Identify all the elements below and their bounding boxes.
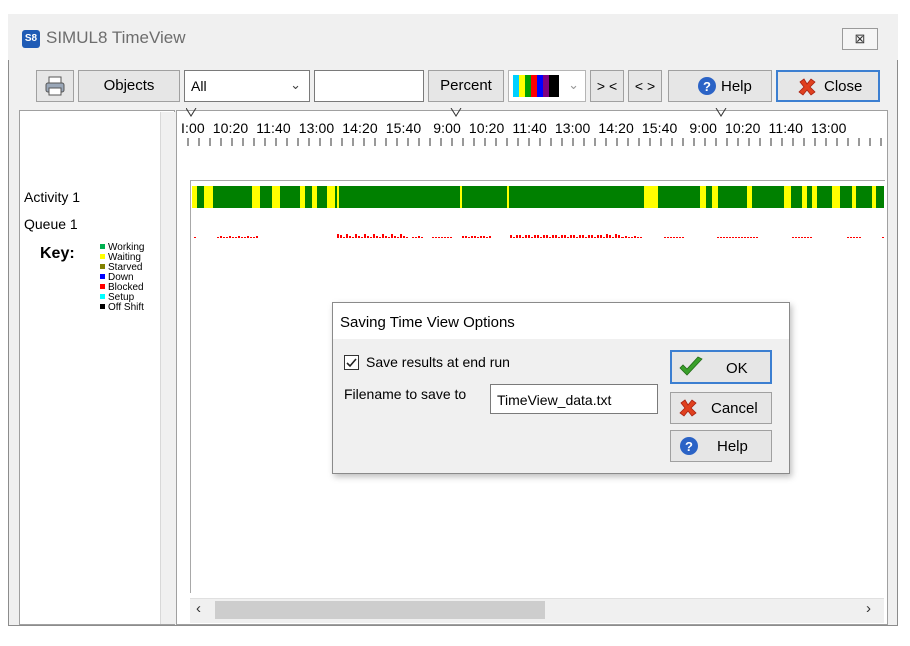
ok-label: OK	[726, 360, 748, 377]
waiting-swatch-icon	[100, 254, 105, 259]
save-results-label: Save results at end run	[366, 354, 510, 370]
starved-swatch-icon	[100, 264, 105, 269]
help-button[interactable]: ? Help	[668, 70, 772, 102]
timeline-bars	[192, 186, 884, 238]
widen-scale-button[interactable]: < >	[628, 70, 662, 102]
narrow-scale-button[interactable]: > <	[590, 70, 624, 102]
close-button[interactable]: Close	[776, 70, 880, 102]
print-button[interactable]	[36, 70, 74, 102]
time-scale-ruler	[186, 108, 882, 146]
svg-text:?: ?	[685, 439, 693, 454]
object-list-panel	[19, 110, 175, 625]
setup-swatch-icon	[100, 294, 105, 299]
object-filter-select[interactable]: All ⌄	[184, 70, 310, 102]
blocked-swatch-icon	[100, 284, 105, 289]
color-palette-icon	[513, 75, 559, 97]
filename-label: Filename to save to	[344, 386, 467, 402]
scrollbar-thumb[interactable]	[215, 601, 545, 619]
help-icon: ?	[680, 437, 698, 455]
object-filter-value: All	[191, 78, 207, 94]
checkmark-icon	[346, 358, 357, 368]
help-label: Help	[721, 78, 752, 95]
window-close-button[interactable]: ⊠	[842, 28, 878, 50]
green-check-icon	[679, 356, 703, 376]
cancel-button[interactable]: Cancel	[670, 392, 772, 424]
key-label: Key:	[40, 245, 75, 262]
dialog-title: Saving Time View Options	[340, 314, 515, 331]
chevron-down-icon: ⌄	[290, 77, 301, 92]
window-title: SIMUL8 TimeView	[46, 28, 186, 47]
queue-1-level-bar	[194, 234, 884, 238]
activity-1-status-bar	[192, 186, 884, 208]
save-results-checkbox[interactable]	[344, 355, 359, 370]
svg-text:?: ?	[703, 79, 711, 94]
filename-input[interactable]: TimeView_data.txt	[490, 384, 658, 414]
row-label-activity: Activity 1	[24, 189, 81, 205]
percent-button[interactable]: Percent	[428, 70, 504, 102]
scroll-right-icon[interactable]: ›	[866, 600, 871, 617]
legend-item-off-shift: Off Shift	[100, 303, 144, 313]
printer-icon	[45, 76, 65, 96]
search-input[interactable]	[314, 70, 424, 102]
off-shift-swatch-icon	[100, 304, 105, 309]
cancel-label: Cancel	[711, 400, 758, 417]
simul8-logo-icon: S8	[22, 30, 40, 48]
red-x-icon	[679, 399, 697, 417]
scroll-left-icon[interactable]: ‹	[196, 600, 201, 617]
help-icon: ?	[698, 77, 716, 95]
objects-button[interactable]: Objects	[78, 70, 180, 102]
working-swatch-icon	[100, 244, 105, 249]
tick-marks	[187, 138, 882, 146]
left-panel-splitter[interactable]	[160, 112, 175, 624]
row-label-queue: Queue 1	[24, 216, 78, 232]
dialog-help-button[interactable]: ? Help	[670, 430, 772, 462]
color-scheme-select[interactable]: ⌄	[508, 70, 586, 102]
close-label: Close	[824, 78, 863, 95]
dialog-help-label: Help	[717, 438, 748, 455]
red-x-icon	[798, 78, 816, 96]
down-swatch-icon	[100, 274, 105, 279]
chevron-down-icon: ⌄	[568, 77, 579, 92]
ok-button[interactable]: OK	[670, 350, 772, 384]
